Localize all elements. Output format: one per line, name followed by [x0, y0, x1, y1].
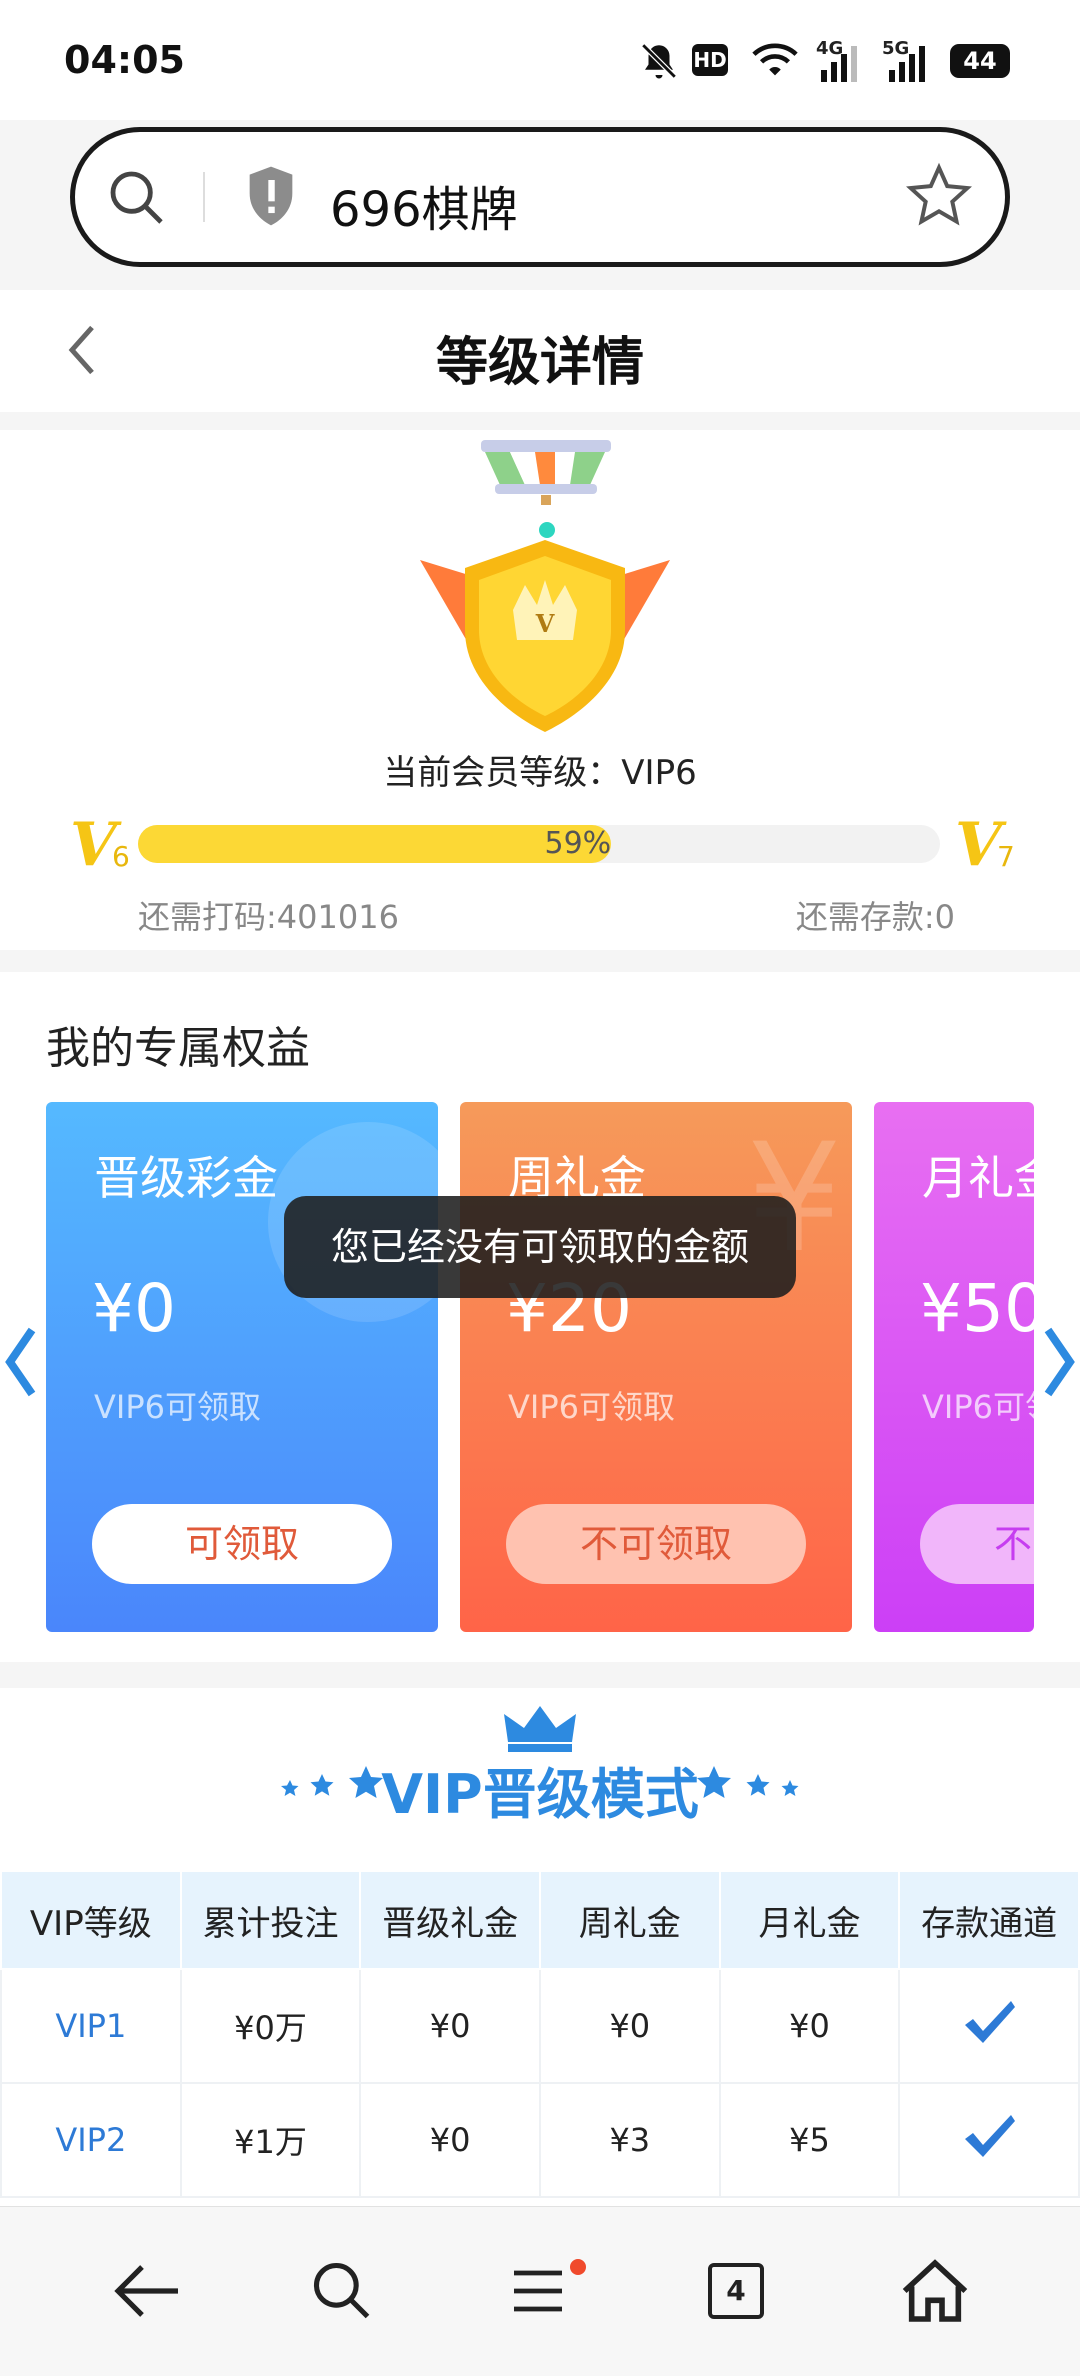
home-icon[interactable] [900, 2257, 970, 2325]
divider [203, 172, 205, 222]
vip-mode-section: VIP晋级模式 VIP等级 累计投注 晋级礼金 周礼金 月礼金 存款通道 VIP… [0, 1688, 1080, 2248]
wifi-icon [752, 43, 798, 76]
page-title: 等级详情 [435, 333, 644, 393]
checkmark-icon [965, 2115, 1016, 2157]
table-cell: ¥0万 [179, 1968, 362, 2084]
page-header: 等级详情 [0, 290, 1080, 412]
vip-table: VIP等级 累计投注 晋级礼金 周礼金 月礼金 存款通道 VIP1 ¥0万 ¥0… [0, 1870, 1080, 2198]
level-to-icon: V [955, 810, 1002, 880]
benefits-title: 我的专属权益 [46, 1023, 310, 1074]
column-header: 累计投注 [179, 1870, 362, 1970]
level-to-number: 7 [997, 840, 1015, 873]
column-header: 周礼金 [538, 1870, 721, 1970]
back-icon[interactable] [110, 2259, 182, 2323]
carousel-next-icon[interactable] [1040, 1322, 1080, 1402]
table-cell: ¥0 [718, 1968, 901, 2084]
status-time: 04:05 [64, 38, 185, 82]
claim-button-disabled[interactable]: 不可领取 [920, 1504, 1034, 1584]
table-cell [898, 2082, 1080, 2198]
current-level-label: 当前会员等级：VIP6 [383, 753, 697, 793]
claim-button-disabled[interactable]: 不可领取 [506, 1504, 806, 1584]
column-header: 晋级礼金 [359, 1870, 541, 1970]
table-row: VIP2 ¥1万 ¥0 ¥3 ¥5 [0, 2082, 1080, 2198]
benefit-condition: VIP6可领取 [94, 1388, 261, 1426]
level-card: V 当前会员等级：VIP6 V 6 59% V 7 还需打码:401016 还需… [0, 430, 1080, 950]
notification-dot [570, 2259, 586, 2275]
column-header: 存款通道 [898, 1870, 1080, 1970]
benefit-card-weekly[interactable]: ¥ 周礼金 ¥20 VIP6可领取 不可领取 [460, 1102, 852, 1632]
search-icon[interactable] [105, 166, 169, 230]
level-progress-bar: 59% [138, 825, 940, 863]
checkmark-icon [965, 2001, 1016, 2043]
signal-icon [821, 46, 857, 82]
benefit-card-upgrade[interactable]: 晋级彩金 ¥0 VIP6可领取 可领取 [46, 1102, 438, 1632]
mute-icon [641, 43, 677, 79]
star-icon[interactable] [905, 162, 973, 230]
benefit-name: 晋级彩金 [94, 1151, 278, 1205]
table-cell [898, 1968, 1080, 2084]
required-deposit: 还需存款:0 [795, 898, 955, 936]
required-bet: 还需打码:401016 [138, 898, 399, 936]
table-row: VIP1 ¥0万 ¥0 ¥0 ¥0 [0, 1968, 1080, 2084]
table-cell: ¥3 [538, 2082, 721, 2198]
url-text[interactable]: 696棋牌 [330, 170, 518, 240]
level-from-number: 6 [112, 840, 130, 873]
benefit-amount: ¥50 [920, 1270, 1034, 1347]
svg-text:V: V [535, 609, 555, 638]
table-header-row: VIP等级 累计投注 晋级礼金 周礼金 月礼金 存款通道 [0, 1870, 1080, 1970]
carousel-prev-icon[interactable] [0, 1322, 40, 1402]
address-bar[interactable]: 696棋牌 [70, 127, 1010, 267]
vip-medal-icon: V [420, 440, 670, 732]
level-progress-label: 59% [544, 826, 612, 861]
table-cell: ¥5 [718, 2082, 901, 2198]
hd-icon: HD [692, 44, 728, 76]
search-icon[interactable] [308, 2257, 376, 2325]
vip-level-cell: VIP1 [0, 1968, 182, 2084]
toast-message: 您已经没有可领取的金额 [284, 1196, 796, 1298]
battery-icon: 44 [950, 44, 1010, 78]
benefits-section: 我的专属权益 晋级彩金 ¥0 VIP6可领取 可领取 ¥ 周礼金 ¥20 VIP… [0, 972, 1080, 1662]
level-from-icon: V [70, 810, 117, 880]
benefit-amount: ¥0 [92, 1270, 176, 1347]
browser-nav-bar: 4 [0, 2206, 1080, 2376]
crown-icon [504, 1706, 576, 1752]
benefit-name: 月礼金 [922, 1151, 1034, 1205]
table-cell: ¥0 [538, 1968, 721, 2084]
shield-warning-icon[interactable] [243, 164, 299, 228]
table-cell: ¥0 [359, 1968, 541, 2084]
signal-icon-2 [889, 46, 925, 82]
table-cell: ¥1万 [179, 2082, 362, 2198]
benefit-condition: VIP6可领取 [922, 1388, 1034, 1426]
tabs-count-icon[interactable]: 4 [708, 2263, 764, 2319]
vip-mode-title: VIP晋级模式 [381, 1763, 699, 1826]
column-header: 月礼金 [718, 1870, 901, 1970]
column-header: VIP等级 [0, 1870, 182, 1970]
claim-button[interactable]: 可领取 [92, 1504, 392, 1584]
vip-level-cell: VIP2 [0, 2082, 182, 2198]
stars-right-icon [697, 1766, 799, 1798]
status-bar: 04:05 HD 4G 5G 44 [0, 0, 1080, 120]
benefit-condition: VIP6可领取 [508, 1388, 675, 1426]
menu-icon[interactable] [508, 2265, 568, 2317]
benefit-card-monthly[interactable]: 月礼金 ¥50 VIP6可领取 不可领取 [874, 1102, 1034, 1632]
table-cell: ¥0 [359, 2082, 541, 2198]
